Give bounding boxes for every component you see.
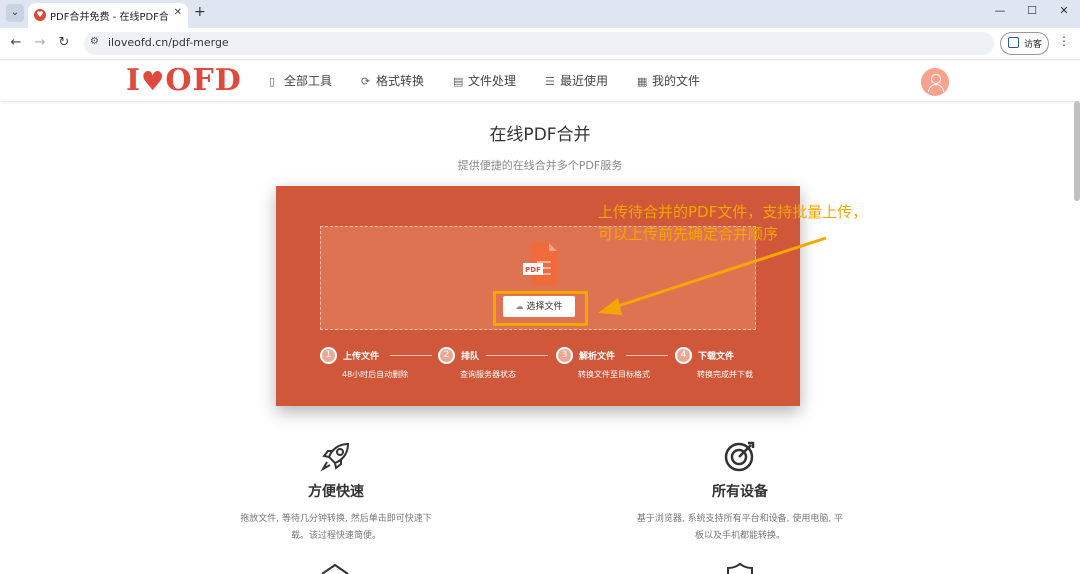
my-files-icon: ▦	[637, 75, 648, 88]
feature-desc-line: 基于浏览器, 系统支持所有平台和设备, 使用电脑, 平	[636, 514, 844, 524]
nav-file-process[interactable]: ▤ 文件处理	[453, 72, 516, 89]
partial-feature-icon	[321, 563, 349, 574]
step-number: 3	[556, 347, 573, 364]
site-settings-icon[interactable]: ⚙	[90, 36, 99, 47]
partial-shield-icon	[727, 562, 753, 574]
nav-label: 全部工具	[284, 74, 333, 88]
nav-label: 最近使用	[560, 74, 609, 88]
page-scrollbar[interactable]	[1074, 101, 1080, 201]
user-avatar[interactable]	[921, 68, 949, 96]
step-title: 下载文件	[698, 352, 735, 362]
nav-my-files[interactable]: ▦ 我的文件	[637, 72, 700, 89]
logo-heart-icon: ♥	[141, 67, 166, 97]
tab-close-icon[interactable]: ✕	[174, 7, 182, 18]
nav-label: 我的文件	[652, 74, 701, 88]
tab-list-chevron-icon[interactable]: ⌄	[6, 4, 24, 22]
file-process-icon: ▤	[453, 75, 464, 88]
browser-tab[interactable]: ♥ PDF合并免费 - 在线PDF合并工 ✕	[28, 3, 188, 28]
feature-desc-line: 板以及手机都能转换。	[694, 531, 785, 541]
step-number: 2	[438, 347, 455, 364]
profile-icon	[1008, 37, 1019, 48]
reload-icon[interactable]: ↻	[56, 35, 72, 50]
recent-icon: ☰	[545, 75, 555, 88]
nav-format-convert[interactable]: ⟳ 格式转换	[361, 72, 424, 89]
step-desc: 转换文件至目标格式	[578, 370, 650, 379]
site-logo[interactable]: I♥OFD	[126, 63, 242, 98]
step-connector	[486, 355, 548, 356]
window-close-icon[interactable]: ✕	[1054, 4, 1074, 17]
feature-title: 所有设备	[712, 484, 768, 500]
browser-menu-icon[interactable]: ⋮	[1058, 34, 1070, 48]
step-number: 4	[675, 347, 692, 364]
step-desc: 48小时后自动删除	[342, 370, 409, 379]
url-omnibox[interactable]: ⚙ iloveofd.cn/pdf-merge	[84, 32, 994, 55]
feature-desc-line: 拖放文件, 等待几分钟转换, 然后单击即可快速下	[240, 514, 432, 524]
browser-address-bar: ← → ↻ ⚙ iloveofd.cn/pdf-merge 访客 ⋮	[0, 28, 1080, 60]
step-desc: 查询服务器状态	[460, 370, 516, 379]
feature-desc-line: 载。该过程快速简便。	[290, 531, 381, 541]
nav-all-tools[interactable]: ▯ 全部工具	[269, 72, 332, 89]
annotation-line: 可以上传前先确定合并顺序	[598, 225, 779, 243]
nav-recent[interactable]: ☰ 最近使用	[545, 72, 608, 89]
pdf-badge: PDF	[525, 266, 541, 274]
convert-icon: ⟳	[361, 75, 371, 88]
logo-word: OFD	[165, 63, 242, 98]
feature-fast: 方便快速 拖放文件, 等待几分钟转换, 然后单击即可快速下 载。该过程快速简便。	[206, 439, 466, 545]
tab-title: PDF合并免费 - 在线PDF合并工	[50, 12, 168, 23]
annotation-line: 上传待合并的PDF文件，支持批量上传，	[598, 203, 868, 221]
step-number: 1	[320, 347, 337, 364]
nav-label: 格式转换	[376, 74, 425, 88]
favicon-heart-icon: ♥	[34, 9, 46, 21]
new-tab-plus-icon[interactable]: +	[194, 4, 206, 20]
url-text: iloveofd.cn/pdf-merge	[108, 36, 229, 49]
feature-desc: 拖放文件, 等待几分钟转换, 然后单击即可快速下 载。该过程快速简便。	[206, 511, 466, 545]
page-subtitle: 提供便捷的在线合并多个PDF服务	[457, 159, 623, 172]
minimize-icon[interactable]: —	[990, 4, 1010, 17]
back-arrow-icon[interactable]: ←	[8, 35, 24, 50]
feature-desc: 基于浏览器, 系统支持所有平台和设备, 使用电脑, 平 板以及手机都能转换。	[610, 511, 870, 545]
page-title: 在线PDF合并	[489, 125, 591, 145]
rocket-icon	[320, 442, 350, 472]
maximize-icon[interactable]: ☐	[1022, 4, 1042, 17]
annotation-callout: 上传待合并的PDF文件，支持批量上传， 可以上传前先确定合并顺序	[598, 201, 867, 245]
target-icon	[724, 441, 755, 472]
step-title: 上传文件	[343, 352, 380, 362]
forward-arrow-icon[interactable]: →	[32, 35, 48, 50]
guest-label: 访客	[1024, 40, 1043, 50]
pdf-file-icon: PDF	[523, 243, 557, 285]
step-connector	[626, 355, 668, 356]
logo-letter: I	[126, 63, 142, 98]
highlight-box	[493, 291, 588, 326]
site-header: I♥OFD ▯ 全部工具 ⟳ 格式转换 ▤ 文件处理 ☰ 最近使用 ▦ 我的文件	[0, 61, 1080, 101]
step-desc: 转换完成并下载	[697, 370, 753, 379]
step-title: 解析文件	[579, 352, 616, 362]
step-connector	[390, 355, 432, 356]
feature-title: 方便快速	[308, 484, 364, 500]
feature-all-devices: 所有设备 基于浏览器, 系统支持所有平台和设备, 使用电脑, 平 板以及手机都能…	[610, 439, 870, 545]
guest-profile-button[interactable]: 访客	[1000, 32, 1049, 55]
step-title: 排队	[461, 352, 480, 362]
browser-tab-bar: ⌄ ♥ PDF合并免费 - 在线PDF合并工 ✕ + — ☐ ✕	[0, 0, 1080, 28]
grid-icon: ▯	[269, 75, 276, 88]
nav-label: 文件处理	[468, 74, 517, 88]
